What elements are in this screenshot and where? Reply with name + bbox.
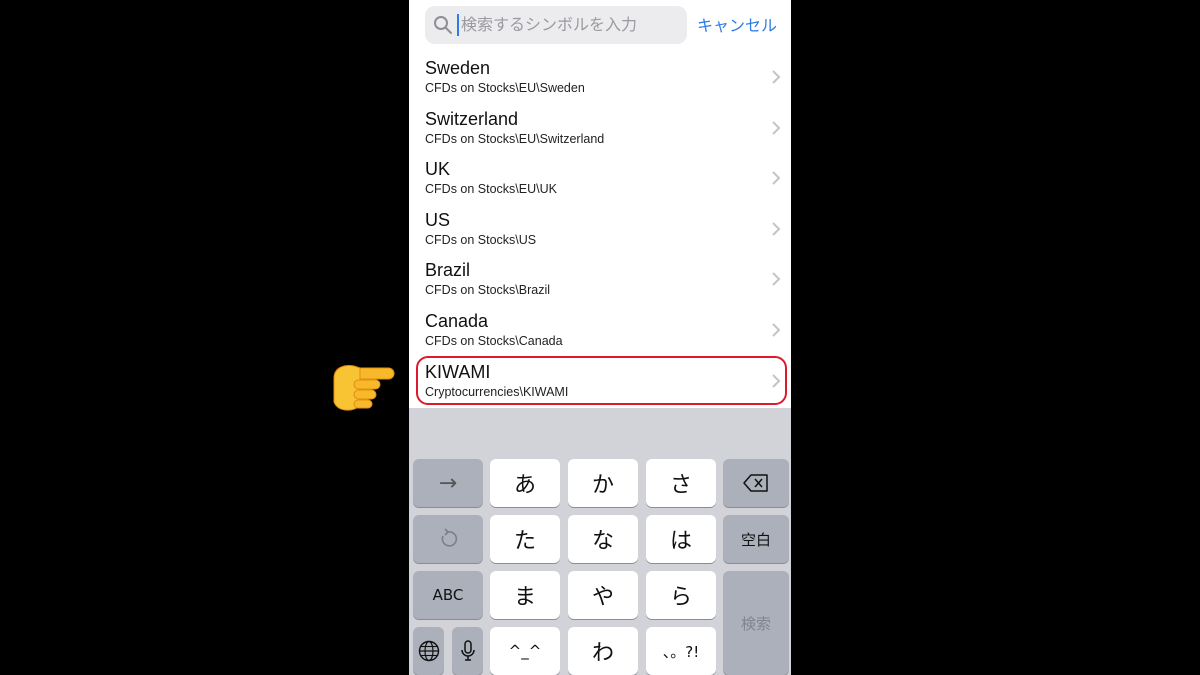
list-item-path: CFDs on Stocks\EU\Switzerland — [425, 131, 605, 146]
chevron-right-icon — [772, 222, 781, 236]
delete-icon — [743, 474, 768, 492]
text-cursor — [457, 14, 459, 36]
chevron-right-icon — [772, 272, 781, 287]
kana-key-label: ら — [669, 585, 692, 610]
search-icon — [434, 16, 452, 34]
kana-key-label: さ — [669, 473, 692, 498]
kana-key-ma[interactable]: ま — [490, 571, 560, 619]
emoticon-key[interactable]: ^_^ — [490, 627, 560, 675]
list-item-canada[interactable]: Canada CFDs on Stocks\Canada — [409, 305, 791, 356]
kana-key-label: ま — [513, 585, 536, 610]
list-item-title: Brazil — [425, 260, 471, 281]
chevron-right-icon — [772, 70, 781, 84]
pointing-hand-icon — [333, 365, 395, 411]
list-item-path: CFDs on Stocks\Brazil — [425, 283, 551, 298]
chevron-right-icon — [772, 120, 781, 135]
kana-key-label: な — [591, 529, 614, 554]
kana-key-label: あ — [513, 473, 536, 498]
list-item-title: KIWAMI — [425, 361, 491, 382]
search-key[interactable]: 検索 — [723, 571, 789, 675]
delete-key[interactable] — [723, 459, 789, 507]
kana-key-label: や — [591, 585, 614, 610]
abc-key-label: ABC — [432, 586, 464, 604]
kana-key-na[interactable]: な — [568, 515, 638, 563]
abc-key[interactable]: ABC — [413, 571, 483, 619]
list-item-title: Switzerland — [425, 108, 519, 129]
list-item-path: CFDs on Stocks\EU\UK — [425, 182, 557, 197]
kana-key-label: か — [591, 473, 614, 498]
kana-key-label: わ — [591, 641, 614, 666]
kana-key-ra[interactable]: ら — [646, 571, 716, 619]
cancel-button[interactable]: キャンセル — [697, 12, 777, 36]
globe-icon — [418, 640, 439, 662]
list-item-switzerland[interactable]: Switzerland CFDs on Stocks\EU\Switzerlan… — [409, 103, 791, 154]
search-bar[interactable] — [425, 6, 687, 44]
list-item-title: US — [425, 209, 451, 230]
list-item-path: CFDs on Stocks\EU\Sweden — [425, 81, 585, 95]
kana-key-ta[interactable]: た — [490, 515, 560, 563]
kana-key-ha[interactable]: は — [646, 515, 716, 563]
list-item-title: Canada — [425, 310, 489, 331]
microphone-key[interactable] — [452, 627, 483, 675]
space-key[interactable]: 空白 — [723, 515, 789, 563]
list-item-path: CFDs on Stocks\Canada — [425, 333, 563, 348]
kana-key-ka[interactable]: か — [568, 459, 638, 507]
list-item-brazil[interactable]: Brazil CFDs on Stocks\Brazil — [409, 254, 791, 305]
next-key[interactable]: → — [413, 459, 483, 507]
undo-key[interactable] — [413, 515, 483, 563]
chevron-right-icon — [772, 373, 781, 388]
list-item-kiwami[interactable]: KIWAMI Cryptocurrencies\KIWAMI — [409, 356, 791, 407]
symbol-list: Sweden CFDs on Stocks\EU\Sweden Switzerl… — [409, 52, 791, 406]
list-item-path: CFDs on Stocks\US — [425, 232, 537, 247]
list-item-uk[interactable]: UK CFDs on Stocks\EU\UK — [409, 153, 791, 204]
kana-key-a[interactable]: あ — [490, 459, 560, 507]
japanese-keyboard: → ABC あ か さ た な は ま や ら ^_^ わ 、。?! 空白 検索 — [409, 408, 791, 675]
globe-key[interactable] — [413, 627, 444, 675]
kana-key-label: 、。?! — [662, 642, 700, 661]
kana-key-wa[interactable]: わ — [568, 627, 638, 675]
search-key-label: 検索 — [740, 614, 771, 633]
list-item-path: Cryptocurrencies\KIWAMI — [425, 384, 569, 399]
list-item-us[interactable]: US CFDs on Stocks\US — [409, 204, 791, 255]
search-input[interactable] — [461, 6, 681, 44]
kana-key-label: た — [513, 529, 536, 554]
microphone-icon — [460, 640, 475, 661]
list-item-sweden[interactable]: Sweden CFDs on Stocks\EU\Sweden — [409, 52, 791, 103]
list-item-title: Sweden — [425, 58, 491, 78]
phone-screen: キャンセル Sweden CFDs on Stocks\EU\Sweden Sw… — [409, 0, 791, 675]
punctuation-key[interactable]: 、。?! — [646, 627, 716, 675]
kana-key-ya[interactable]: や — [568, 571, 638, 619]
arrow-right-icon: → — [438, 470, 458, 496]
list-item-title: UK — [425, 159, 451, 180]
undo-icon — [441, 528, 458, 547]
kana-key-label: ^_^ — [508, 642, 542, 660]
kana-key-label: は — [669, 529, 692, 554]
chevron-right-icon — [772, 171, 781, 185]
kana-key-sa[interactable]: さ — [646, 459, 716, 507]
space-key-label: 空白 — [740, 530, 771, 549]
chevron-right-icon — [772, 323, 781, 337]
